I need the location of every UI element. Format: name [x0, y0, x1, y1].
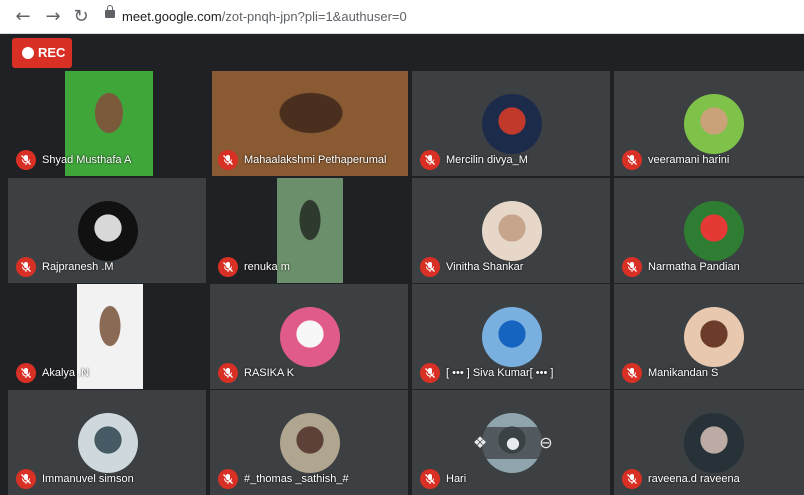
recording-label: REC [38, 45, 66, 60]
participant-name: veeramani harini [648, 154, 730, 166]
participant-name: Narmatha Pandian [648, 261, 740, 273]
mic-off-icon [16, 469, 36, 489]
forward-arrow-icon[interactable]: → [42, 6, 64, 28]
back-arrow-icon[interactable]: ← [12, 6, 34, 28]
participant-name: Immanuvel simson [42, 473, 134, 485]
participant-name: Mahaalakshmi Pethaperumal [244, 154, 387, 166]
participant-name: Akalya .N [42, 367, 90, 379]
participant-name: Shyad Musthafa A [42, 154, 132, 166]
participant-name: [ ••• ] Siva Kumar[ ••• ] [446, 367, 554, 379]
participant-avatar [280, 307, 340, 367]
address-bar[interactable]: meet.google.com/zot-pnqh-jpn?pli=1&authu… [122, 9, 407, 24]
participant-tile[interactable]: renuka m [210, 178, 408, 283]
participant-tile[interactable]: Vinitha Shankar [412, 178, 610, 283]
lock-icon[interactable] [105, 5, 115, 18]
participant-name: Mercilin divya_M [446, 154, 528, 166]
participant-tile[interactable]: raveena.d raveena [614, 390, 804, 495]
participant-avatar [684, 307, 744, 367]
url-domain: meet.google.com [122, 9, 222, 24]
url-path: /zot-pnqh-jpn?pli=1&authuser=0 [221, 9, 407, 24]
participant-name: Hari [446, 473, 467, 485]
tile-hover-controls: ❖ ● ⊖ [460, 427, 566, 459]
mic-off-icon [16, 150, 36, 170]
mic-off-icon [622, 469, 642, 489]
recording-indicator: REC [12, 38, 72, 68]
remove-icon[interactable]: ⊖ [536, 433, 556, 453]
participant-tile[interactable]: RASIKA K [210, 284, 408, 389]
participant-avatar [280, 413, 340, 473]
participant-name: Rajpranesh .M [42, 261, 114, 273]
participant-tile[interactable]: Mahaalakshmi Pethaperumal [210, 71, 408, 176]
participant-tile[interactable]: Manikandan S [614, 284, 804, 389]
participant-name: #_thomas _sathish_# [244, 473, 349, 485]
participant-name: Vinitha Shankar [446, 261, 524, 273]
mic-off-icon [16, 257, 36, 277]
mic-off-icon [218, 363, 238, 383]
browser-toolbar: ← → ↻ meet.google.com/zot-pnqh-jpn?pli=1… [0, 0, 804, 34]
participant-avatar [78, 201, 138, 261]
participant-avatar [482, 201, 542, 261]
mic-off-icon [218, 469, 238, 489]
mic-off-icon [420, 363, 440, 383]
reload-icon[interactable]: ↻ [70, 6, 92, 28]
participant-tile[interactable]: Mercilin divya_M [412, 71, 610, 176]
participant-avatar [684, 413, 744, 473]
participant-name: renuka m [244, 261, 290, 273]
mic-off-icon [622, 363, 642, 383]
participant-tile[interactable]: veeramani harini [614, 71, 804, 176]
mute-participant-icon[interactable]: ● [503, 433, 523, 453]
participant-name: RASIKA K [244, 367, 295, 379]
participant-tile[interactable]: [ ••• ] Siva Kumar[ ••• ] [412, 284, 610, 389]
participant-tile[interactable]: Narmatha Pandian [614, 178, 804, 283]
participant-avatar [482, 94, 542, 154]
participant-grid: Shyad Musthafa A Mahaalakshmi Pethaperuma… [8, 71, 804, 495]
participant-tile[interactable]: Akalya .N [8, 284, 206, 389]
mic-off-icon [16, 363, 36, 383]
mic-off-icon [420, 257, 440, 277]
participant-avatar [482, 307, 542, 367]
participant-name: Manikandan S [648, 367, 719, 379]
mic-off-icon [622, 257, 642, 277]
participant-tile[interactable]: Rajpranesh .M [8, 178, 206, 283]
record-dot-icon [22, 47, 34, 59]
mic-off-icon [420, 150, 440, 170]
mic-off-icon [622, 150, 642, 170]
mic-off-icon [218, 257, 238, 277]
participant-avatar [684, 201, 744, 261]
participant-tile[interactable]: Immanuvel simson [8, 390, 206, 495]
participant-avatar [684, 94, 744, 154]
pin-icon[interactable]: ❖ [470, 433, 490, 453]
participant-avatar [78, 413, 138, 473]
participant-tile[interactable]: #_thomas _sathish_# [210, 390, 408, 495]
participant-tile[interactable]: Shyad Musthafa A [8, 71, 206, 176]
participant-name: raveena.d raveena [648, 473, 740, 485]
mic-off-icon [218, 150, 238, 170]
mic-off-icon [420, 469, 440, 489]
